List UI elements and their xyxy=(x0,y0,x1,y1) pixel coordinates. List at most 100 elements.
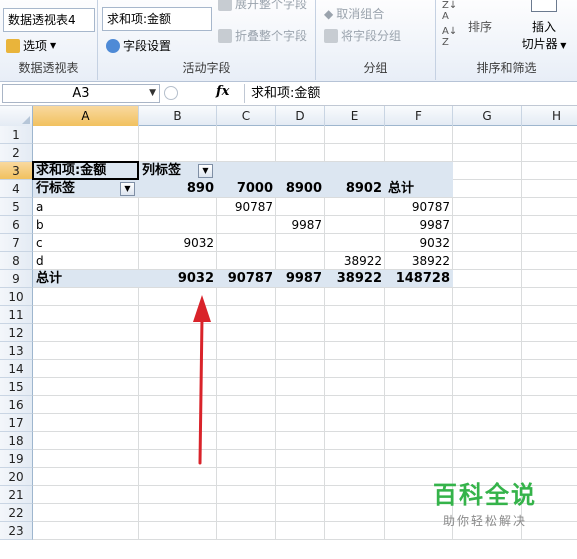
field-settings-icon xyxy=(106,38,120,53)
watermark: 百科全说 助你轻松解决 xyxy=(433,475,537,529)
group-field-label: 将字段分组 xyxy=(341,29,402,43)
options-icon xyxy=(6,38,20,53)
group-field-button[interactable]: 将字段分组 xyxy=(324,27,401,44)
sort-button[interactable]: 排序 xyxy=(468,18,492,35)
pivot-value-cell[interactable]: 90787 xyxy=(217,198,276,216)
options-label: 选项 xyxy=(23,39,48,53)
row-header[interactable]: 6 xyxy=(0,216,33,234)
name-box[interactable]: A3 ▼ xyxy=(2,84,160,103)
column-header[interactable]: G xyxy=(453,106,522,126)
watermark-subtitle: 助你轻松解决 xyxy=(442,514,527,528)
column-header[interactable]: C xyxy=(217,106,276,126)
expand-label: 展开整个字段 xyxy=(235,0,308,11)
pivot-group-label: 数据透视表 xyxy=(18,61,79,75)
column-header[interactable]: E xyxy=(325,106,385,126)
pivot-row-label[interactable]: d xyxy=(33,252,139,270)
pivot-name-field[interactable]: 数据透视表4 xyxy=(3,8,95,32)
row-header[interactable]: 4 xyxy=(0,180,33,198)
pivot-total-cell[interactable]: 9987 xyxy=(276,270,325,288)
row-header[interactable]: 1 xyxy=(0,126,33,144)
collapse-field-button[interactable]: 折叠整个字段 xyxy=(218,27,307,44)
row-header[interactable]: 2 xyxy=(0,144,33,162)
row-header[interactable]: 21 xyxy=(0,486,33,504)
gridline xyxy=(33,377,577,378)
insert-slicer-button[interactable]: 插入 切片器 ▼ xyxy=(516,0,572,52)
row-header[interactable]: 13 xyxy=(0,342,33,360)
pivot-row-label[interactable]: c xyxy=(33,234,139,252)
row-header[interactable]: 17 xyxy=(0,414,33,432)
field-settings-button[interactable]: 字段设置 xyxy=(106,37,171,54)
formula-input[interactable]: 求和项:金额 xyxy=(244,84,577,103)
pivot-row-label[interactable]: b xyxy=(33,216,139,234)
sort-filter-group: Z↓ A A↓ Z 排序 插入 切片器 ▼ 排序和筛选 xyxy=(436,0,577,80)
expand-circle-icon[interactable] xyxy=(164,86,178,100)
select-all-corner[interactable] xyxy=(0,106,33,126)
filter-dropdown-icon[interactable]: ▼ xyxy=(120,182,135,196)
row-header[interactable]: 7 xyxy=(0,234,33,252)
pivot-value-cell[interactable]: 9032 xyxy=(139,234,217,252)
pivot-row-total[interactable]: 90787 xyxy=(385,198,453,216)
column-header[interactable]: H xyxy=(522,106,577,126)
row-header[interactable]: 3 xyxy=(0,162,33,180)
pivot-row-total[interactable]: 9987 xyxy=(385,216,453,234)
pivot-grand-total-header[interactable]: 总计 xyxy=(385,180,453,198)
expand-field-button[interactable]: 展开整个字段 xyxy=(218,0,307,12)
insert-label: 插入 xyxy=(531,20,556,34)
ungroup-button[interactable]: ◆ 取消组合 xyxy=(324,5,384,22)
gridline xyxy=(33,431,577,432)
pivot-value-cell[interactable]: 9987 xyxy=(276,216,325,234)
row-header[interactable]: 9 xyxy=(0,270,33,288)
gridline xyxy=(33,449,577,450)
pivot-total-cell[interactable]: 9032 xyxy=(139,270,217,288)
fx-icon[interactable]: fx xyxy=(216,84,229,99)
row-header[interactable]: 20 xyxy=(0,468,33,486)
row-header[interactable]: 8 xyxy=(0,252,33,270)
gridline xyxy=(33,143,577,144)
column-header[interactable]: A xyxy=(33,106,139,126)
row-header[interactable]: 15 xyxy=(0,378,33,396)
row-header[interactable]: 18 xyxy=(0,432,33,450)
pivot-column-key[interactable]: 890 xyxy=(139,180,217,198)
collapse-label: 折叠整个字段 xyxy=(235,29,308,43)
field-settings-label: 字段设置 xyxy=(123,39,172,53)
pivot-total-cell[interactable]: 90787 xyxy=(217,270,276,288)
selected-cell-outline xyxy=(32,161,139,180)
chevron-down-icon[interactable]: ▼ xyxy=(149,85,156,102)
pivot-column-key[interactable]: 8902 xyxy=(325,180,385,198)
pivot-total-cell[interactable]: 38922 xyxy=(325,270,385,288)
row-header[interactable]: 12 xyxy=(0,324,33,342)
pivot-column-key[interactable]: 7000 xyxy=(217,180,276,198)
row-header[interactable]: 14 xyxy=(0,360,33,378)
group-field-icon xyxy=(324,28,338,43)
gridline xyxy=(33,305,577,306)
arrow-left-icon: ◆ xyxy=(324,6,334,21)
row-header[interactable]: 5 xyxy=(0,198,33,216)
corner-triangle-icon xyxy=(22,116,30,124)
column-header[interactable]: D xyxy=(276,106,325,126)
pivot-value-cell[interactable]: 38922 xyxy=(325,252,385,270)
pivot-row-label[interactable]: a xyxy=(33,198,139,216)
row-header[interactable]: 16 xyxy=(0,396,33,414)
active-field-group: 求和项:金额 字段设置 展开整个字段 折叠整个字段 活动字段 xyxy=(98,0,316,80)
formula-controls: fx xyxy=(162,84,242,103)
formula-bar: A3 ▼ fx 求和项:金额 xyxy=(0,82,577,106)
sort-az-icon[interactable]: Z↓ A xyxy=(442,0,457,22)
pivot-row-total[interactable]: 38922 xyxy=(385,252,453,270)
row-header[interactable]: 19 xyxy=(0,450,33,468)
row-header[interactable]: 23 xyxy=(0,522,33,540)
active-field-group-label: 活动字段 xyxy=(182,61,231,75)
filter-dropdown-icon[interactable]: ▼ xyxy=(198,164,213,178)
pivot-grand-total[interactable]: 148728 xyxy=(385,270,453,288)
column-header[interactable]: F xyxy=(385,106,453,126)
grouping-group-label: 分组 xyxy=(363,61,388,75)
row-header[interactable]: 10 xyxy=(0,288,33,306)
pivot-row-total[interactable]: 9032 xyxy=(385,234,453,252)
row-header[interactable]: 22 xyxy=(0,504,33,522)
column-header[interactable]: B xyxy=(139,106,217,126)
row-header[interactable]: 11 xyxy=(0,306,33,324)
pivot-column-key[interactable]: 8900 xyxy=(276,180,325,198)
pivot-total-label[interactable]: 总计 xyxy=(33,270,139,288)
sort-za-icon[interactable]: A↓ Z xyxy=(442,26,457,48)
active-field-input[interactable]: 求和项:金额 xyxy=(102,7,212,31)
options-button[interactable]: 选项 ▼ xyxy=(6,37,56,54)
